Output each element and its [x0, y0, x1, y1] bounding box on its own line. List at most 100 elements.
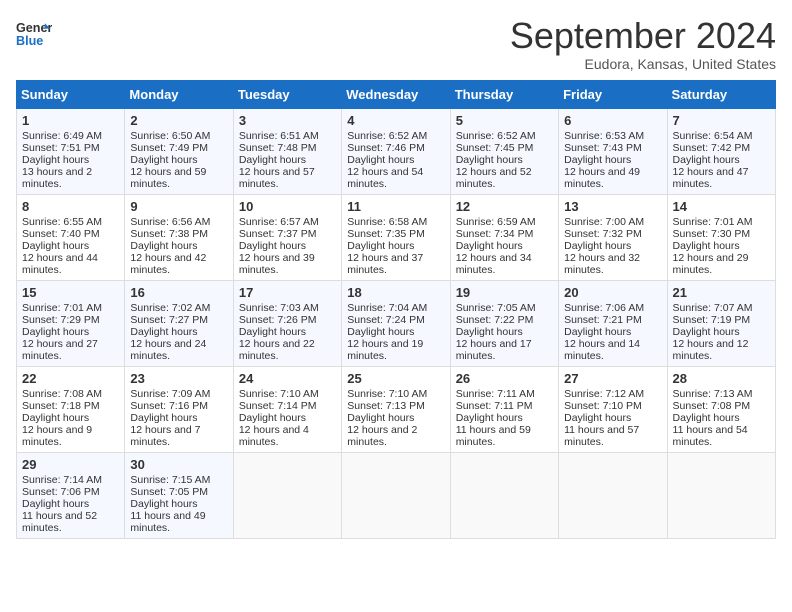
sunset-label: Sunset: 7:21 PM — [564, 314, 642, 326]
daylight-label: Daylight hours — [564, 326, 631, 338]
daylight-label: Daylight hours — [347, 240, 414, 252]
sunrise-label: Sunrise: 6:52 AM — [347, 130, 427, 142]
day-number: 16 — [130, 285, 227, 300]
day-number: 25 — [347, 371, 444, 386]
logo: General Blue — [16, 16, 52, 52]
calendar-body: 1Sunrise: 6:49 AMSunset: 7:51 PMDaylight… — [17, 108, 776, 538]
sunset-label: Sunset: 7:22 PM — [456, 314, 534, 326]
daylight-duration: 12 hours and 2 minutes. — [347, 424, 417, 448]
day-number: 8 — [22, 199, 119, 214]
sunrise-label: Sunrise: 7:08 AM — [22, 388, 102, 400]
day-number: 21 — [673, 285, 770, 300]
sunrise-label: Sunrise: 6:52 AM — [456, 130, 536, 142]
day-number: 5 — [456, 113, 553, 128]
sunset-label: Sunset: 7:26 PM — [239, 314, 317, 326]
day-number: 4 — [347, 113, 444, 128]
daylight-duration: 11 hours and 54 minutes. — [673, 424, 748, 448]
sunrise-label: Sunrise: 6:50 AM — [130, 130, 210, 142]
daylight-duration: 11 hours and 59 minutes. — [456, 424, 531, 448]
day-number: 29 — [22, 457, 119, 472]
sunrise-label: Sunrise: 7:15 AM — [130, 474, 210, 486]
sunset-label: Sunset: 7:34 PM — [456, 228, 534, 240]
page-subtitle: Eudora, Kansas, United States — [510, 56, 776, 72]
daylight-duration: 12 hours and 42 minutes. — [130, 252, 206, 276]
sunrise-label: Sunrise: 7:14 AM — [22, 474, 102, 486]
daylight-label: Daylight hours — [22, 412, 89, 424]
daylight-label: Daylight hours — [347, 412, 414, 424]
sunset-label: Sunset: 7:29 PM — [22, 314, 100, 326]
sunrise-label: Sunrise: 7:05 AM — [456, 302, 536, 314]
daylight-duration: 13 hours and 2 minutes. — [22, 166, 92, 190]
col-tuesday: Tuesday — [233, 80, 341, 108]
calendar-cell: 30 Sunrise: 7:15 AMSunset: 7:05 PMDayligh… — [125, 452, 233, 538]
daylight-duration: 12 hours and 17 minutes. — [456, 338, 532, 362]
calendar-cell: 7Sunrise: 6:54 AMSunset: 7:42 PMDaylight… — [667, 108, 775, 194]
daylight-duration: 11 hours and 57 minutes. — [564, 424, 639, 448]
day-number: 2 — [130, 113, 227, 128]
daylight-label: Daylight hours — [130, 498, 197, 510]
sunset-label: Sunset: 7:10 PM — [564, 400, 642, 412]
calendar-cell: 17Sunrise: 7:03 AMSunset: 7:26 PMDayligh… — [233, 280, 341, 366]
day-number: 6 — [564, 113, 661, 128]
calendar-cell: 16Sunrise: 7:02 AMSunset: 7:27 PMDayligh… — [125, 280, 233, 366]
calendar-cell: 8Sunrise: 6:55 AMSunset: 7:40 PMDaylight… — [17, 194, 125, 280]
sunrise-label: Sunrise: 6:58 AM — [347, 216, 427, 228]
daylight-duration: 12 hours and 27 minutes. — [22, 338, 98, 362]
sunset-label: Sunset: 7:37 PM — [239, 228, 317, 240]
page-title: September 2024 — [510, 16, 776, 56]
daylight-label: Daylight hours — [673, 326, 740, 338]
col-friday: Friday — [559, 80, 667, 108]
daylight-duration: 12 hours and 9 minutes. — [22, 424, 92, 448]
calendar-cell: 2Sunrise: 6:50 AMSunset: 7:49 PMDaylight… — [125, 108, 233, 194]
calendar-header-row: Sunday Monday Tuesday Wednesday Thursday… — [17, 80, 776, 108]
day-number: 12 — [456, 199, 553, 214]
daylight-label: Daylight hours — [456, 326, 523, 338]
day-number: 18 — [347, 285, 444, 300]
calendar-cell: 22Sunrise: 7:08 AMSunset: 7:18 PMDayligh… — [17, 366, 125, 452]
daylight-label: Daylight hours — [130, 412, 197, 424]
sunset-label: Sunset: 7:32 PM — [564, 228, 642, 240]
calendar-cell: 13Sunrise: 7:00 AMSunset: 7:32 PMDayligh… — [559, 194, 667, 280]
sunset-label: Sunset: 7:43 PM — [564, 142, 642, 154]
col-saturday: Saturday — [667, 80, 775, 108]
calendar-cell — [233, 452, 341, 538]
daylight-label: Daylight hours — [22, 154, 89, 166]
day-number: 27 — [564, 371, 661, 386]
sunset-label: Sunset: 7:05 PM — [130, 486, 208, 498]
day-number: 26 — [456, 371, 553, 386]
calendar-cell: 14Sunrise: 7:01 AMSunset: 7:30 PMDayligh… — [667, 194, 775, 280]
day-number: 30 — [130, 457, 227, 472]
sunrise-label: Sunrise: 6:51 AM — [239, 130, 319, 142]
sunset-label: Sunset: 7:42 PM — [673, 142, 751, 154]
calendar-table: Sunday Monday Tuesday Wednesday Thursday… — [16, 80, 776, 539]
daylight-duration: 12 hours and 12 minutes. — [673, 338, 749, 362]
calendar-cell: 26Sunrise: 7:11 AMSunset: 7:11 PMDayligh… — [450, 366, 558, 452]
daylight-duration: 12 hours and 49 minutes. — [564, 166, 640, 190]
col-wednesday: Wednesday — [342, 80, 450, 108]
calendar-cell: 9Sunrise: 6:56 AMSunset: 7:38 PMDaylight… — [125, 194, 233, 280]
calendar-cell: 18Sunrise: 7:04 AMSunset: 7:24 PMDayligh… — [342, 280, 450, 366]
sunset-label: Sunset: 7:51 PM — [22, 142, 100, 154]
daylight-duration: 12 hours and 22 minutes. — [239, 338, 315, 362]
day-number: 13 — [564, 199, 661, 214]
sunrise-label: Sunrise: 7:12 AM — [564, 388, 644, 400]
daylight-label: Daylight hours — [130, 240, 197, 252]
daylight-duration: 12 hours and 29 minutes. — [673, 252, 749, 276]
day-number: 20 — [564, 285, 661, 300]
day-number: 10 — [239, 199, 336, 214]
sunset-label: Sunset: 7:45 PM — [456, 142, 534, 154]
sunrise-label: Sunrise: 6:59 AM — [456, 216, 536, 228]
sunset-label: Sunset: 7:11 PM — [456, 400, 533, 412]
sunrise-label: Sunrise: 7:11 AM — [456, 388, 535, 400]
daylight-label: Daylight hours — [564, 412, 631, 424]
daylight-label: Daylight hours — [564, 154, 631, 166]
sunset-label: Sunset: 7:06 PM — [22, 486, 100, 498]
day-number: 24 — [239, 371, 336, 386]
sunset-label: Sunset: 7:27 PM — [130, 314, 208, 326]
col-monday: Monday — [125, 80, 233, 108]
daylight-duration: 12 hours and 57 minutes. — [239, 166, 315, 190]
calendar-cell: 20Sunrise: 7:06 AMSunset: 7:21 PMDayligh… — [559, 280, 667, 366]
daylight-duration: 12 hours and 54 minutes. — [347, 166, 423, 190]
calendar-cell: 4Sunrise: 6:52 AMSunset: 7:46 PMDaylight… — [342, 108, 450, 194]
day-number: 19 — [456, 285, 553, 300]
